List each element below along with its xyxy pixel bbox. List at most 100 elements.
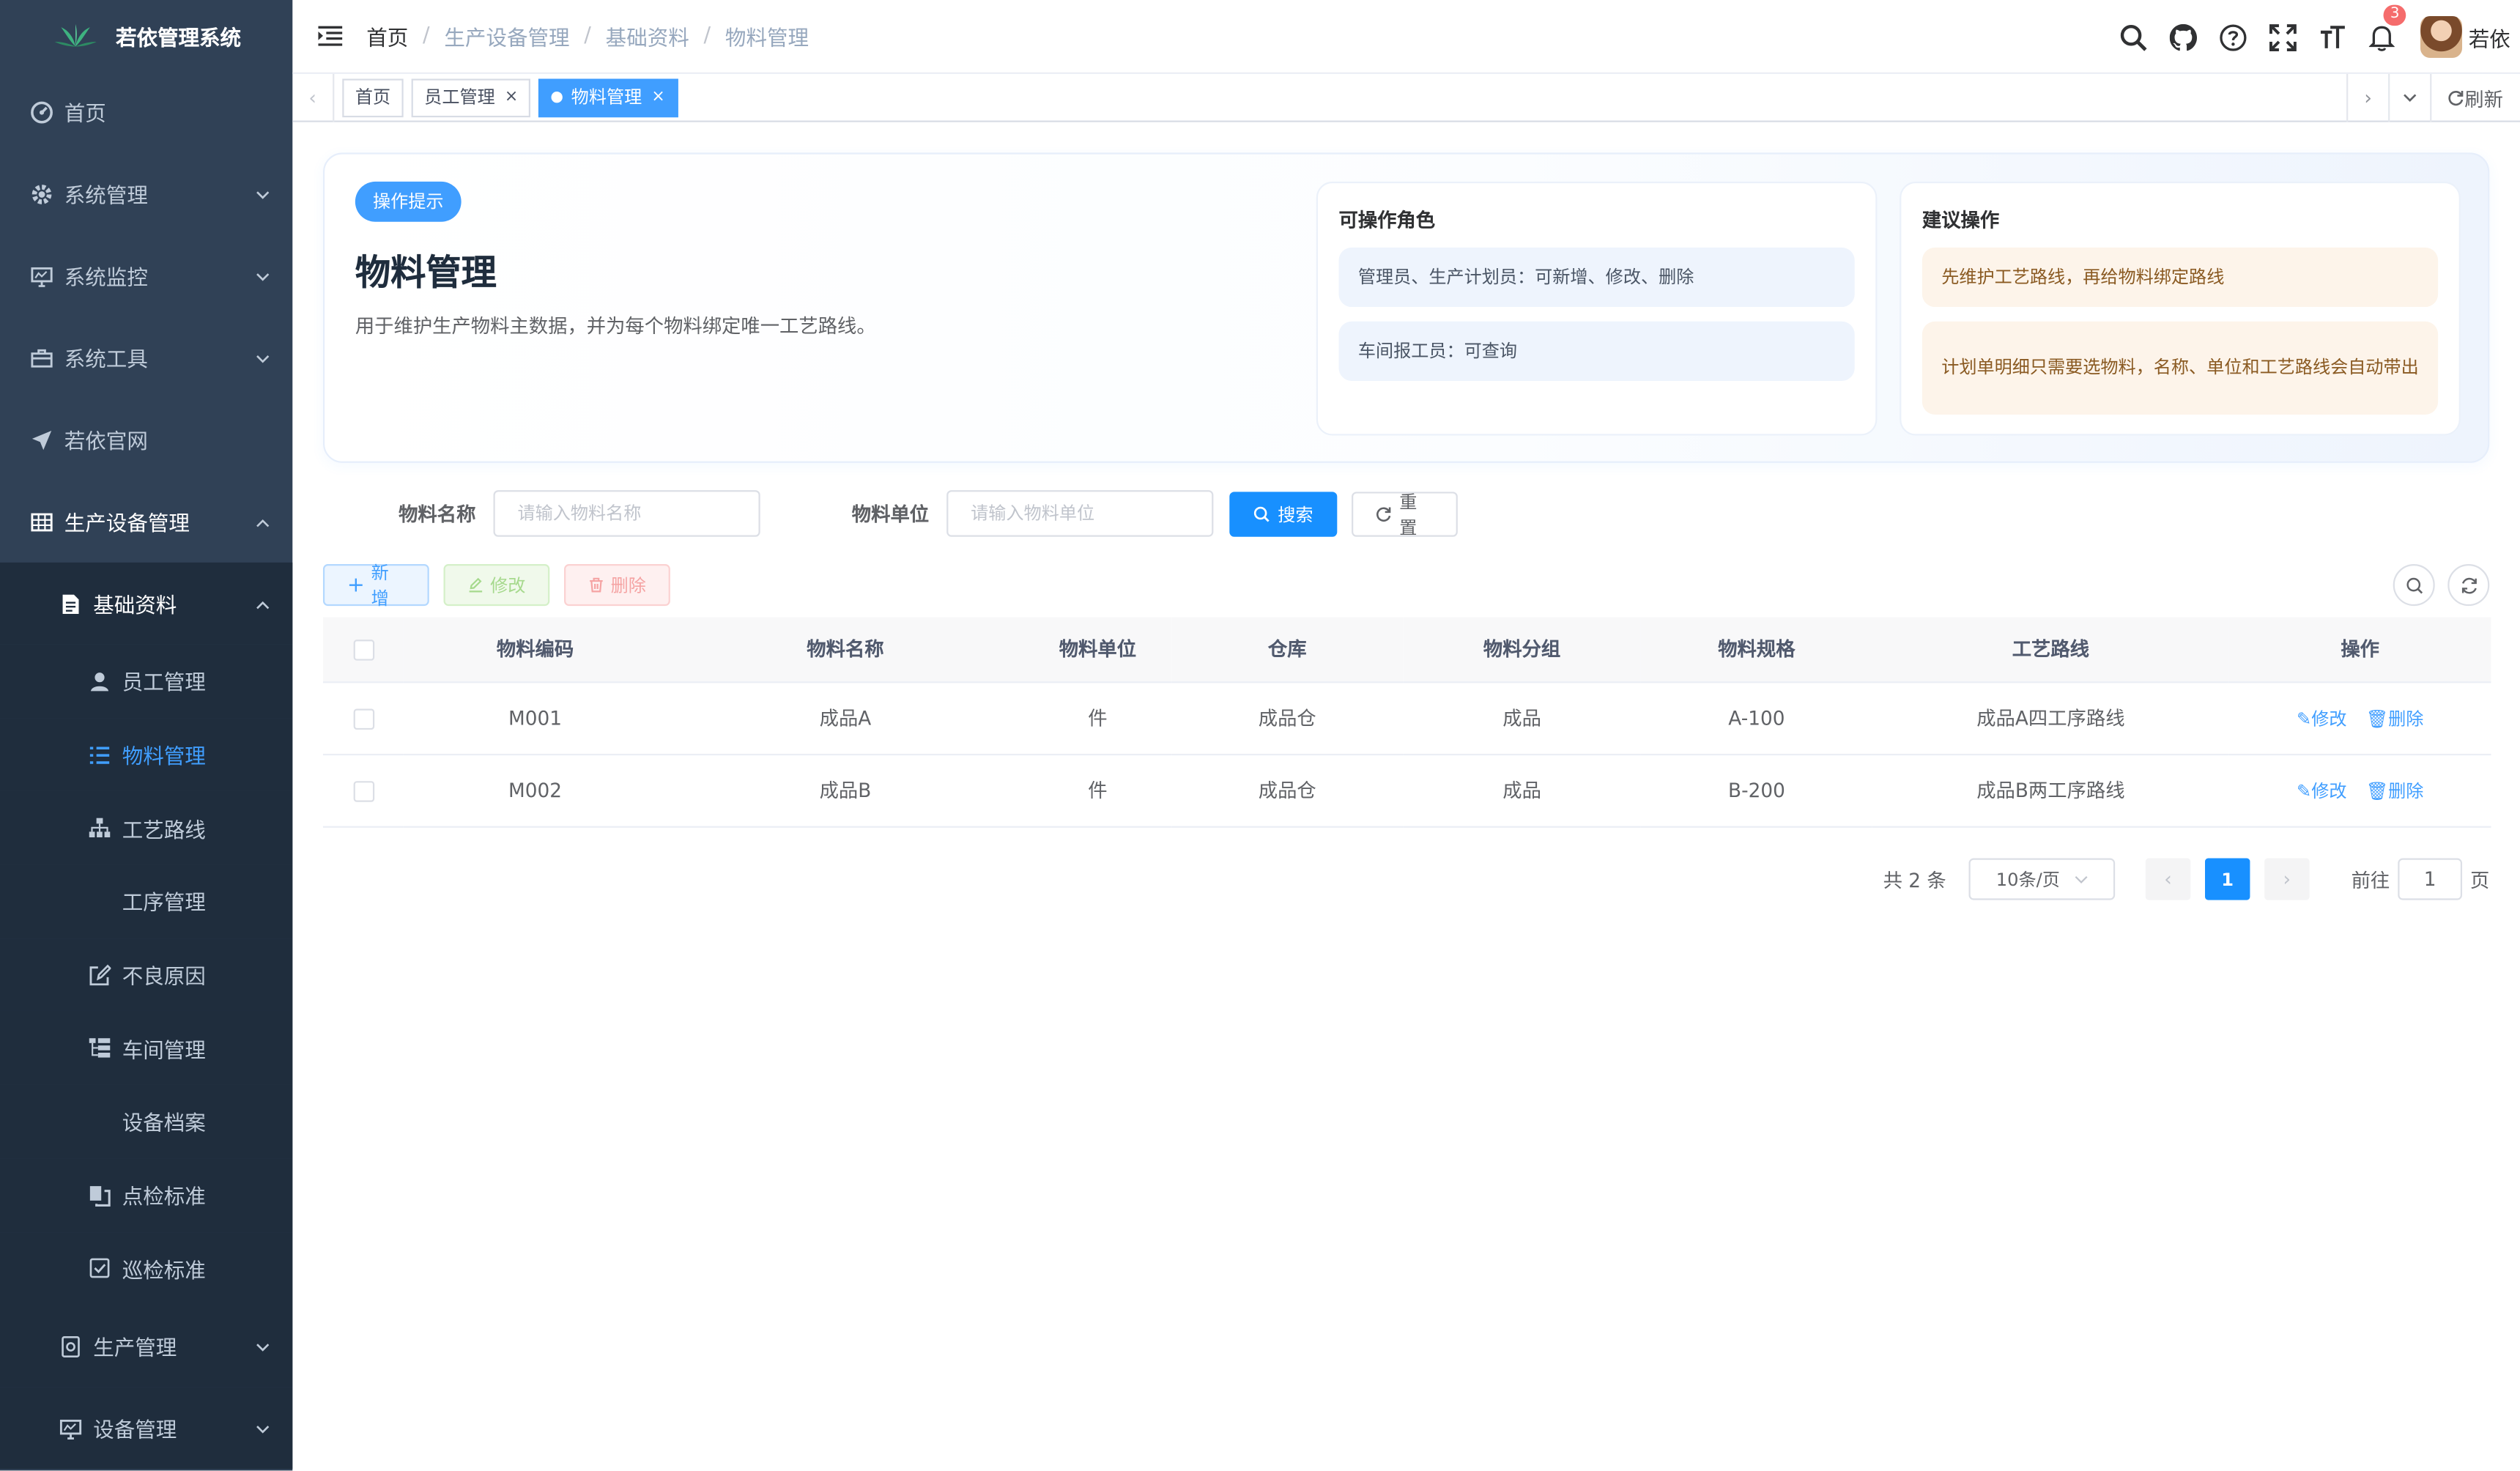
chevron-left-icon: ‹ [308,86,316,109]
reset-button[interactable]: 重置 [1352,491,1458,538]
prev-page-button[interactable]: ‹ [2145,858,2191,900]
sidebar-item-production-equipment[interactable]: 生产设备管理 [0,481,292,563]
question-icon[interactable] [2208,23,2258,51]
sidebar: 若依管理系统 首页 系统管理 系统监控 系统工具 若依官网 生产设备管理 基础资… [0,0,293,1471]
row-checkbox[interactable] [352,780,374,801]
sidebar-item-monitor[interactable]: 系统监控 [0,234,292,316]
breadcrumb-item: 生产设备管理 [444,27,570,52]
tag-home[interactable]: 首页 [342,78,404,117]
add-button[interactable]: + 新增 [322,563,429,609]
advice-item: 先维护工艺路线，再给物料绑定路线 [1922,247,2439,308]
tag-employee[interactable]: 员工管理 × [411,78,531,117]
material-name-input[interactable] [493,490,760,537]
tag-material[interactable]: 物料管理 × [538,78,678,117]
tags-refresh-button[interactable]: 刷新 [2430,73,2520,122]
sidebar-item-production-management[interactable]: 生产管理 [0,1305,293,1387]
operation-tips-panel: 操作提示 物料管理 用于维护生产物料主数据，并为每个物料绑定唯一工艺路线。 可操… [322,152,2490,463]
close-icon[interactable]: × [651,80,664,115]
row-edit-label: 修改 [2311,780,2347,801]
trash-icon: 🗑 [2365,708,2389,729]
row-edit-button[interactable]: ✎修改 [2297,780,2346,801]
sidebar-item-label: 系统工具 [64,349,148,373]
navbar-right-menu: 3 若依 [2108,0,2510,74]
fullscreen-icon[interactable] [2258,23,2308,51]
sidebar-item-process-route[interactable]: 工艺路线 [0,791,293,865]
hamburger-button[interactable] [292,26,366,47]
table-row[interactable]: M002 成品B 件 成品仓 成品 B-200 成品B两工序路线 ✎修改 🗑删除 [322,753,2491,827]
row-edit-button[interactable]: ✎修改 [2297,708,2346,729]
sidebar-item-operation[interactable]: 工序管理 [0,864,293,938]
page-size-select[interactable]: 10条/页 [1968,858,2116,900]
sidebar-item-patrol-check[interactable]: 巡检标准 [0,1231,293,1305]
breadcrumb-item: 物料管理 [724,27,809,52]
refresh-table-button[interactable] [2447,564,2490,607]
sidebar-group-basic-data[interactable]: 基础资料 [0,562,293,645]
roles-card: 可操作角色 管理员、生产计划员：可新增、修改、删除 车间报工员：可查询 [1316,181,1878,436]
sidebar-item-label: 生产管理 [93,1337,177,1362]
column-header[interactable]: 物料分组 [1403,617,1641,683]
edit-button[interactable]: 修改 [443,564,550,607]
toggle-search-button[interactable] [2393,564,2435,607]
delete-button[interactable]: 删除 [564,564,670,607]
goto-page-input[interactable]: 1 [2398,858,2462,900]
column-header[interactable]: 仓库 [1171,617,1404,683]
cell-warehouse: 成品仓 [1171,753,1404,827]
column-header[interactable]: 物料规格 [1640,617,1872,683]
sidebar-item-label: 物料管理 [122,746,206,770]
close-icon[interactable]: × [505,80,518,115]
table-icon [29,508,54,534]
sidebar-item-workshop[interactable]: 车间管理 [0,1011,293,1086]
tags-scroll-left-button[interactable]: ‹ [292,73,335,122]
sidebar-item-system[interactable]: 系统管理 [0,152,292,234]
active-dot [552,92,563,103]
sidebar-item-tools[interactable]: 系统工具 [0,316,292,399]
select-cell [322,753,404,827]
sidebar-item-home[interactable]: 首页 [0,71,292,153]
column-header[interactable]: 工艺路线 [1872,617,2229,683]
next-page-button[interactable]: › [2264,858,2310,900]
avatar[interactable] [2420,15,2462,58]
user-name[interactable]: 若依 [2469,22,2510,52]
advice-card: 建议操作 先维护工艺路线，再给物料绑定路线 计划单明细只需要选物料，名称、单位和… [1900,181,2461,436]
page-number-current[interactable]: 1 [2204,858,2250,900]
row-delete-label: 删除 [2388,780,2424,801]
user-icon [86,668,112,694]
sidebar-logo[interactable]: 若依管理系统 [0,0,292,71]
search-form: 物料名称 物料单位 搜索 重置 [399,490,1458,538]
send-icon [29,426,54,452]
table-row[interactable]: M001 成品A 件 成品仓 成品 A-100 成品A四工序路线 ✎修改 🗑删除 [322,681,2491,755]
build-icon [58,1333,84,1359]
row-delete-button[interactable]: 🗑删除 [2365,780,2423,801]
column-header[interactable]: 物料名称 [667,617,1024,683]
row-checkbox[interactable] [352,708,374,729]
breadcrumb-separator: / [584,23,591,48]
search-icon[interactable] [2108,23,2158,51]
copy-icon [86,1182,112,1208]
sidebar-item-equipment-management[interactable]: 设备管理 [0,1387,293,1470]
select-all-checkbox[interactable] [352,639,374,661]
search-button[interactable]: 搜索 [1229,491,1338,536]
logo-icon [54,23,97,47]
cell-route: 成品B两工序路线 [1872,753,2229,827]
sidebar-item-defect-reason[interactable]: 不良原因 [0,938,293,1012]
sidebar-item-material[interactable]: 物料管理 [0,717,293,792]
sidebar-item-official-site[interactable]: 若依官网 [0,399,292,481]
column-header[interactable]: 物料单位 [1023,617,1172,683]
breadcrumb-item[interactable]: 首页 [366,21,408,52]
edit-icon: ✎ [2297,780,2312,801]
tags-scroll-right-button[interactable]: › [2346,73,2388,122]
bell-icon[interactable]: 3 [2357,4,2407,51]
sidebar-item-employee[interactable]: 员工管理 [0,644,293,718]
row-delete-button[interactable]: 🗑删除 [2365,708,2423,729]
github-icon[interactable] [2158,23,2208,51]
refresh-label: 刷新 [2464,87,2503,111]
column-header[interactable]: 物料编码 [403,617,667,683]
tags-dropdown-button[interactable] [2388,73,2430,122]
material-unit-input[interactable] [946,490,1214,537]
sidebar-item-equipment-archive[interactable]: 设备档案 [0,1085,293,1159]
sidebar-item-spot-check[interactable]: 点检标准 [0,1158,293,1232]
material-unit-label: 物料单位 [851,503,930,526]
breadcrumb-separator: / [703,23,711,48]
tag-label: 员工管理 [424,86,495,107]
font-size-icon[interactable] [2308,23,2357,51]
